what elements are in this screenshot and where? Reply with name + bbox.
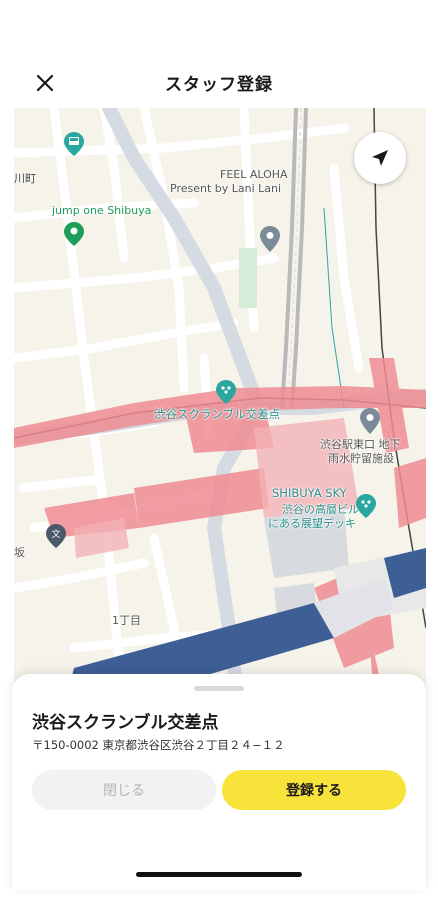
page-title: スタッフ登録 — [165, 75, 273, 95]
map-label-scramble: 渋谷スクランブル交差点 — [154, 407, 281, 421]
map-label-saka: 坂 — [14, 546, 25, 559]
map-view[interactable]: 川町 jump one Shibuya FEEL ALOHA Present b… — [14, 108, 426, 708]
place-bottom-sheet: 渋谷スクランブル交差点 〒150-0002 東京都渋谷区渋谷２丁目２４−１２ 閉… — [12, 674, 426, 890]
facility-pin-icon[interactable] — [360, 408, 380, 434]
scramble-pin-icon[interactable] — [216, 380, 236, 404]
map-label-shibuya-sky: SHIBUYA SKY — [272, 486, 347, 500]
bus-stop-pin-icon[interactable] — [64, 132, 84, 156]
register-button[interactable]: 登録する — [222, 770, 406, 810]
map-label-station-east-sub: 雨水貯留施設 — [328, 452, 394, 465]
current-location-button[interactable] — [354, 132, 406, 184]
map-label-feel-aloha: FEEL ALOHA — [220, 168, 288, 181]
map-label-chome: 1丁目 — [112, 614, 141, 627]
map-label-kawacho: 川町 — [14, 172, 36, 185]
navigation-arrow-icon — [372, 150, 388, 166]
temple-pin-icon[interactable]: 文 — [46, 524, 66, 548]
observation-pin-icon[interactable] — [356, 494, 376, 518]
header-bar: スタッフ登録 — [0, 0, 438, 108]
sheet-grabber[interactable] — [194, 686, 244, 691]
gym-pin-icon[interactable] — [64, 222, 84, 246]
map-label-jump-one: jump one Shibuya — [52, 204, 152, 217]
map-label-sky-desc-sub: にある展望デッキ — [268, 517, 356, 530]
shop-pin-icon[interactable] — [260, 226, 280, 252]
place-name: 渋谷スクランブル交差点 — [32, 713, 219, 733]
staff-registration-screen: スタッフ登録 川町 jump one Shibuya FEEL ALOHA Pr… — [0, 0, 438, 900]
map-label-feel-aloha-sub: Present by Lani Lani — [170, 182, 282, 195]
place-address: 〒150-0002 東京都渋谷区渋谷２丁目２４−１２ — [32, 738, 285, 752]
svg-text:文: 文 — [51, 528, 60, 540]
home-indicator — [136, 872, 302, 877]
close-sheet-button[interactable]: 閉じる — [32, 770, 216, 810]
